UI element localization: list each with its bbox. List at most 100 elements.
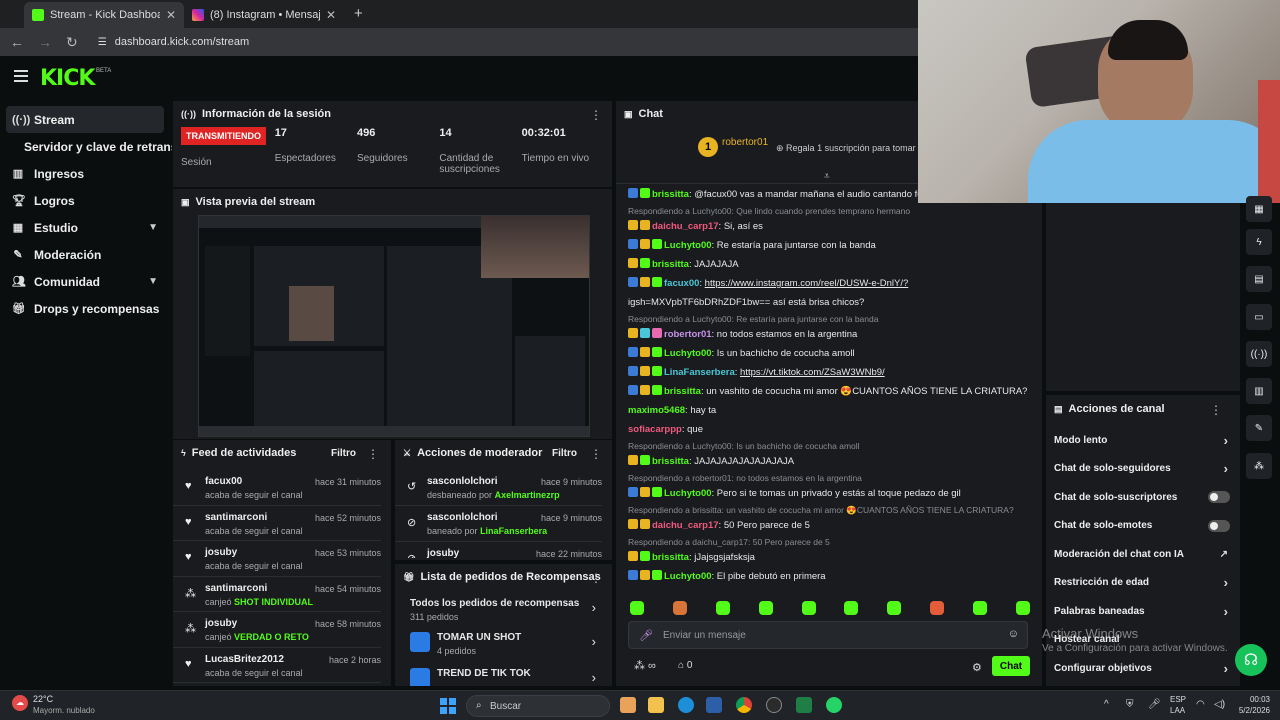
sidebar-item-moderacion[interactable]: ✎ Moderación [0, 241, 172, 268]
more-options-icon[interactable]: ⋮ [1210, 403, 1222, 417]
volume-icon[interactable]: ◁) [1214, 699, 1225, 710]
chat-username[interactable]: brissitta [652, 259, 689, 270]
expand-icon[interactable]: ⩡ [824, 171, 830, 182]
filter-button[interactable]: Filtro [331, 448, 356, 459]
toggle-switch[interactable] [1208, 491, 1230, 504]
chat-username[interactable]: daichu_carp17 [652, 221, 719, 232]
sidebar-item-stream[interactable]: ((·)) Stream [6, 106, 164, 133]
headset-icon[interactable]: ☊ [1235, 644, 1267, 676]
emote-icon[interactable] [672, 601, 687, 615]
url-field[interactable]: ☰ dashboard.kick.com/stream [98, 36, 249, 48]
clock-time[interactable]: 00:03 [1234, 695, 1270, 704]
chat-link[interactable]: https://www.instagram.com/reel/DUSW-e-Dn… [705, 278, 909, 289]
taskbar-search[interactable]: ⌕ Buscar [466, 695, 610, 717]
reply-context[interactable]: Respondiendo a robertor01: no todos esta… [616, 471, 1042, 484]
forward-icon[interactable]: → [38, 34, 52, 50]
chat-message[interactable]: maximo5468: hay ta [616, 401, 1042, 420]
chat-username[interactable]: brissitta [652, 189, 689, 200]
site-info-icon[interactable]: ☰ [98, 37, 107, 48]
close-tab-icon[interactable]: ✕ [166, 8, 176, 22]
emote-icon[interactable] [973, 601, 987, 615]
stream-video[interactable] [198, 215, 590, 437]
tab-instagram[interactable]: (8) Instagram • Mensajes ✕ [184, 2, 344, 28]
new-tab-button[interactable]: + [354, 5, 363, 22]
language-layout[interactable]: LAA [1170, 706, 1185, 715]
channel-action-item[interactable]: Chat de solo-seguidores › [1046, 455, 1240, 484]
edge-icon[interactable] [678, 697, 694, 713]
chat-username[interactable]: brissitta [652, 552, 689, 563]
more-options-icon[interactable]: ⋮ [367, 447, 379, 461]
mod-action-item[interactable]: ↺ sasconlolchori desbaneado por Axelmartin… [395, 470, 602, 506]
reply-context[interactable]: Respondiendo a daichu_carp17: 50 Pero pa… [616, 535, 1042, 548]
channel-action-item[interactable]: Modo lento › [1046, 426, 1240, 455]
weather-icon[interactable]: ☁ [12, 695, 28, 711]
channel-action-item[interactable]: Configurar objetivos › [1046, 654, 1240, 683]
chat-username[interactable]: Luchyto00 [664, 488, 712, 499]
points-display[interactable]: ⌂ 0 [678, 660, 692, 671]
wifi-icon[interactable]: ◠ [1196, 699, 1205, 710]
emoji-icon[interactable]: ☺ [1008, 628, 1019, 640]
chat-username[interactable]: Luchyto00 [664, 571, 712, 582]
more-options-icon[interactable]: ⋮ [590, 108, 602, 122]
feed-item[interactable]: ♥ facux00 acaba de seguir el canal hace 31 … [173, 470, 381, 506]
excel-icon[interactable] [796, 697, 812, 713]
store-icon[interactable] [706, 697, 722, 713]
filter-button[interactable]: Filtro [552, 448, 577, 459]
chat-username[interactable]: Luchyto00 [664, 240, 712, 251]
sidebar-item-ingresos[interactable]: ▥ Ingresos [0, 160, 172, 187]
gift-sub-text[interactable]: ⊕ Regala 1 suscripción para tomar la [776, 143, 925, 154]
reload-icon[interactable]: ↻ [66, 34, 78, 51]
chat-message[interactable]: Luchyto00: Is un bachicho de cocucha amo… [616, 344, 1042, 363]
chat-input[interactable]: 🎤︎ Enviar un mensaje ☺ [628, 621, 1028, 649]
chat-username[interactable]: robertor01 [664, 329, 712, 340]
chat-message[interactable]: Luchyto00: Re estaría para juntarse con … [616, 236, 1042, 255]
feed-item[interactable]: ♥ josuby acaba de seguir el canal hace 53 m… [173, 541, 381, 577]
sidebar-item-comunidad[interactable]: 👥︎ Comunidad ▼ [0, 268, 172, 295]
emote-icon[interactable] [1015, 601, 1030, 615]
obs-icon[interactable] [766, 697, 782, 713]
chat-username[interactable]: daichu_carp17 [652, 520, 719, 531]
chat-message[interactable]: brissitta: jJajsgsjafsksja [616, 548, 1042, 567]
emote-icon[interactable] [801, 601, 816, 615]
kick-logo[interactable]: KICK [40, 66, 95, 91]
menu-icon[interactable] [14, 70, 28, 82]
reply-context[interactable]: Respondiendo a Luchyto00: Is un bachicho… [616, 439, 1042, 452]
emote-icon[interactable] [844, 601, 859, 615]
copilot-icon[interactable] [620, 697, 636, 713]
microphone-icon[interactable]: 🎤︎ [1148, 699, 1161, 710]
chat-message[interactable]: brissitta: un vashito de cocucha mi amor… [616, 382, 1042, 401]
chat-message[interactable]: Luchyto00: El pibe debutó en primera [616, 567, 1042, 586]
settings-icon[interactable]: ⚙ [972, 661, 982, 674]
reply-context[interactable]: Respondiendo a Luchyto00: Re estaría par… [616, 312, 1042, 325]
chat-username[interactable]: brissitta [652, 456, 689, 467]
chat-username[interactable]: sofiacarppp [628, 424, 682, 435]
channel-action-item[interactable]: Restricción de edad › [1046, 569, 1240, 598]
more-options-icon[interactable]: ⋮ [590, 447, 602, 461]
sidebar-item-stream-key[interactable]: Servidor y clave de retransmisión [0, 133, 172, 160]
chat-message[interactable]: robertor01: no todos estamos en la argen… [616, 325, 1042, 344]
chat-username[interactable]: maximo5468 [628, 405, 685, 416]
toggle-switch[interactable] [1208, 519, 1230, 532]
moderator-name[interactable]: LinaFanserbera [480, 526, 547, 536]
back-icon[interactable]: ← [10, 34, 24, 50]
toolbar-button-3[interactable]: ▤ [1246, 266, 1272, 292]
microphone-icon[interactable]: 🎤︎ [639, 629, 653, 642]
reward-item[interactable]: TREND DE TIK TOK › [395, 662, 612, 686]
more-options-icon[interactable]: ⋮ [590, 571, 602, 585]
chat-message[interactable]: daichu_carp17: 50 Pero parece de 5 [616, 516, 1042, 535]
tab-kick-dashboard[interactable]: Stream - Kick Dashboard ✕ [24, 2, 184, 28]
chat-link[interactable]: https://vt.tiktok.com/ZSaW3WNb9/ [740, 367, 885, 378]
emote-icon[interactable] [758, 601, 773, 615]
close-tab-icon[interactable]: ✕ [326, 8, 336, 22]
moderator-name[interactable]: Axelmartinezrp [495, 490, 560, 500]
chat-message[interactable]: brissitta: JAJAJAJAJAJAJAJAJA [616, 452, 1042, 471]
reward-item[interactable]: TOMAR UN SHOT 4 pedidos › [395, 626, 612, 662]
pinned-user[interactable]: robertor01 [722, 137, 768, 148]
sidebar-item-estudio[interactable]: ▦ Estudio ▼ [0, 214, 172, 241]
chat-username[interactable]: brissitta [664, 386, 701, 397]
feed-item[interactable]: ♥ santimarconi acaba de seguir el canal hac… [173, 506, 381, 541]
chat-message[interactable]: brissitta: JAJAJAJA [616, 255, 1042, 274]
feed-item[interactable]: ♥ LucasBritez2012 acaba de seguir el canal… [173, 648, 381, 683]
chevron-up-icon[interactable]: ^ [1104, 699, 1109, 710]
clock-date[interactable]: 5/2/2026 [1226, 706, 1270, 715]
